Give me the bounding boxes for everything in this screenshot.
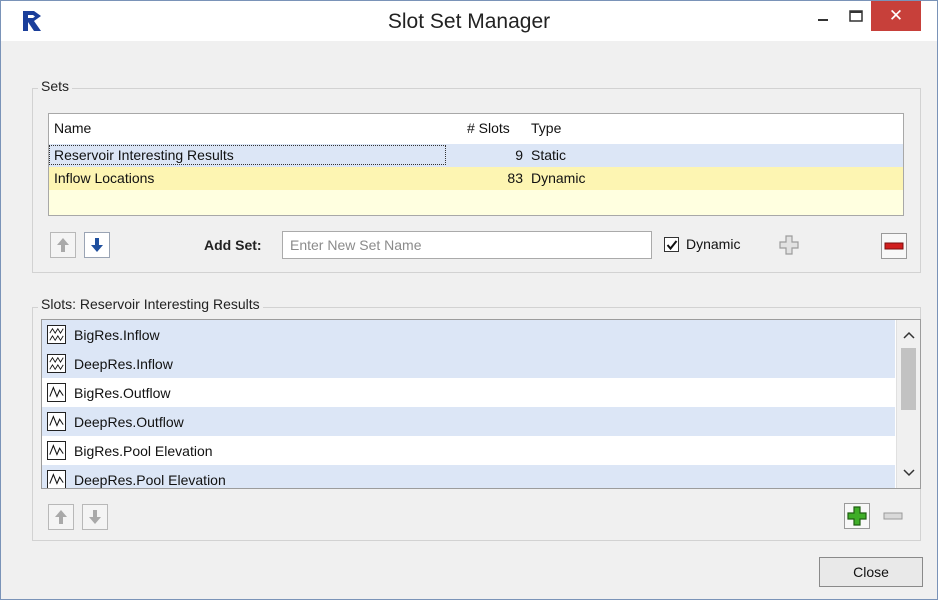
- set-move-down-button[interactable]: [84, 232, 110, 258]
- maximize-button[interactable]: [841, 1, 871, 31]
- window-title: Slot Set Manager: [387, 10, 551, 33]
- dynamic-label: Dynamic: [686, 236, 741, 252]
- scroll-down-button[interactable]: [897, 461, 920, 485]
- slot-name: DeepRes.Pool Elevation: [74, 472, 226, 488]
- slot-name: BigRes.Outflow: [74, 385, 171, 401]
- new-set-name-input[interactable]: [282, 231, 652, 259]
- slot-name: DeepRes.Outflow: [74, 414, 184, 430]
- column-header-name[interactable]: Name: [54, 120, 91, 136]
- vertical-scrollbar[interactable]: [896, 320, 920, 488]
- list-item[interactable]: BigRes.Inflow: [42, 320, 895, 349]
- sets-group-label: Sets: [38, 78, 73, 94]
- arrow-down-icon: [89, 510, 101, 524]
- series-icon: [47, 470, 66, 488]
- minimize-button[interactable]: [801, 1, 845, 31]
- set-row[interactable]: Reservoir Interesting Results 9 Static: [49, 144, 903, 167]
- scroll-up-button[interactable]: [897, 323, 920, 347]
- close-button[interactable]: Close: [819, 557, 923, 587]
- chevron-down-icon: [903, 469, 915, 477]
- multi-series-icon: [47, 354, 66, 373]
- checkmark-icon: [666, 239, 677, 250]
- arrow-down-icon: [91, 238, 103, 252]
- set-type: Static: [531, 147, 567, 163]
- list-item[interactable]: BigRes.Pool Elevation: [42, 436, 895, 465]
- slot-name: BigRes.Pool Elevation: [74, 443, 213, 459]
- column-header-type[interactable]: Type: [531, 120, 561, 136]
- minus-icon: [883, 512, 903, 520]
- series-icon: [47, 383, 66, 402]
- arrow-up-icon: [57, 238, 69, 252]
- sets-table: Name # Slots Type Reservoir Interesting …: [48, 113, 904, 216]
- slots-list[interactable]: BigRes.Inflow DeepRes.Inflow BigRes.Outf…: [41, 319, 921, 489]
- minus-icon: [884, 242, 904, 250]
- sets-table-header: Name # Slots Type: [49, 114, 903, 144]
- remove-set-button[interactable]: [881, 233, 907, 259]
- set-move-up-button[interactable]: [50, 232, 76, 258]
- set-type: Dynamic: [531, 170, 586, 186]
- multi-series-icon: [47, 325, 66, 344]
- set-slot-count: 9: [515, 147, 523, 163]
- list-item[interactable]: DeepRes.Inflow: [42, 349, 895, 378]
- list-item[interactable]: BigRes.Outflow: [42, 378, 895, 407]
- set-row[interactable]: Inflow Locations 83 Dynamic: [49, 167, 903, 190]
- scrollbar-thumb[interactable]: [901, 348, 916, 410]
- slots-group-label: Slots: Reservoir Interesting Results: [38, 296, 263, 312]
- slot-set-manager-window: Slot Set Manager ✕ Sets Name # Slots Typ…: [0, 0, 938, 600]
- list-item[interactable]: DeepRes.Outflow: [42, 407, 895, 436]
- slot-move-down-button[interactable]: [82, 504, 108, 530]
- series-icon: [47, 412, 66, 431]
- arrow-up-icon: [55, 510, 67, 524]
- slot-move-up-button[interactable]: [48, 504, 74, 530]
- add-set-button[interactable]: [776, 232, 802, 258]
- list-item[interactable]: DeepRes.Pool Elevation: [42, 465, 895, 488]
- minimize-icon: [818, 19, 828, 21]
- slot-name: DeepRes.Inflow: [74, 356, 173, 372]
- set-slot-count: 83: [507, 170, 523, 186]
- dynamic-checkbox[interactable]: [664, 237, 679, 252]
- maximize-icon: [849, 10, 863, 22]
- chevron-up-icon: [903, 331, 915, 339]
- set-name: Inflow Locations: [54, 170, 155, 186]
- close-icon: ✕: [888, 6, 904, 25]
- plus-icon: [847, 506, 867, 526]
- add-set-label: Add Set:: [204, 237, 262, 253]
- title-bar: Slot Set Manager ✕: [1, 1, 937, 41]
- set-name: Reservoir Interesting Results: [54, 147, 234, 163]
- slot-name: BigRes.Inflow: [74, 327, 160, 343]
- remove-slot-button[interactable]: [880, 503, 906, 529]
- close-window-button[interactable]: ✕: [871, 1, 921, 31]
- column-header-slots[interactable]: # Slots: [467, 120, 510, 136]
- add-slot-button[interactable]: [844, 503, 870, 529]
- series-icon: [47, 441, 66, 460]
- plus-icon: [779, 235, 799, 255]
